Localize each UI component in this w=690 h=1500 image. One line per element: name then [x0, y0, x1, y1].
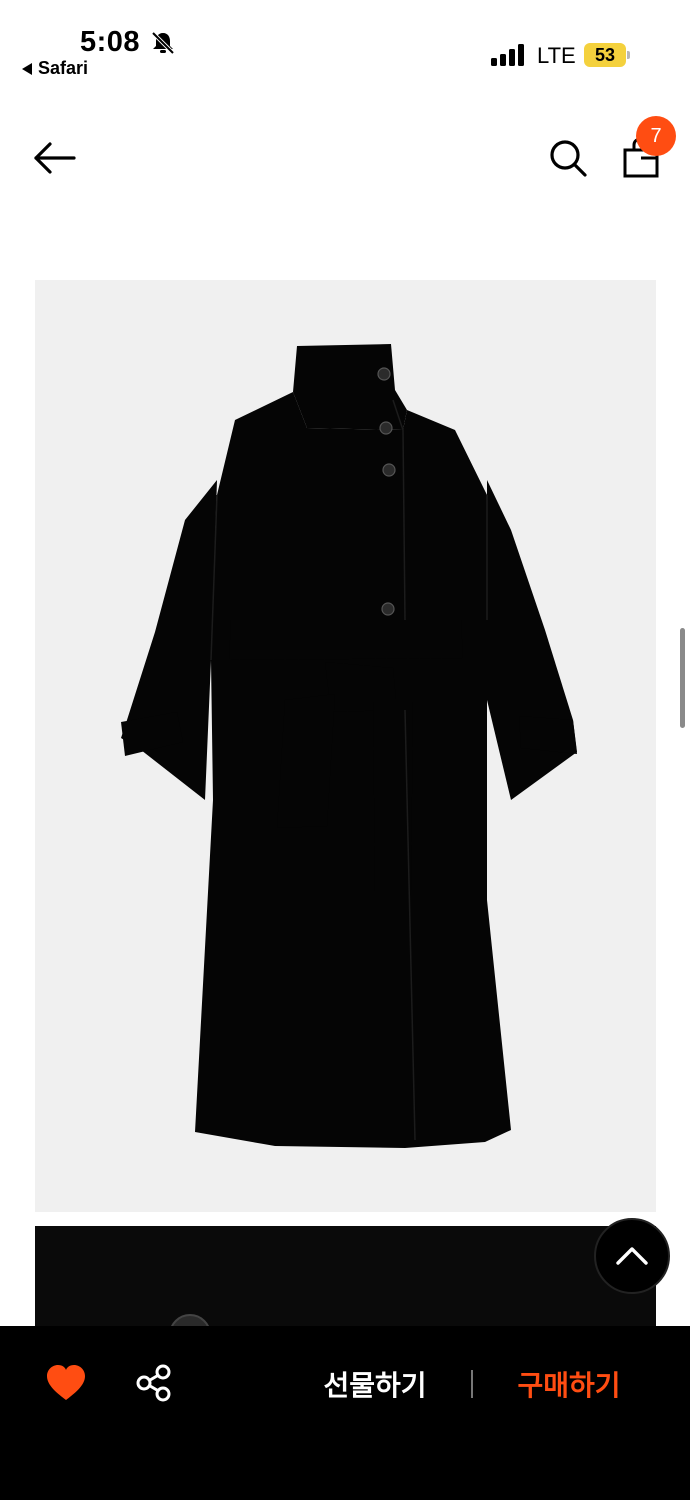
battery-tip [627, 51, 630, 59]
back-triangle-icon [22, 62, 32, 75]
buy-button[interactable]: 구매하기 [494, 1362, 644, 1406]
cellular-signal-icon [491, 44, 524, 66]
scroll-indicator[interactable] [680, 628, 685, 728]
bottom-action-bar: 선물하기 구매하기 [0, 1326, 690, 1500]
gift-button[interactable]: 선물하기 [300, 1362, 450, 1406]
back-arrow-icon[interactable] [32, 136, 78, 180]
battery-indicator: 53 [584, 43, 630, 67]
search-icon[interactable] [546, 136, 590, 180]
bell-muted-icon [151, 31, 175, 55]
back-to-safari[interactable]: Safari [22, 58, 88, 79]
coat-illustration [121, 344, 577, 1148]
chevron-up-icon [616, 1247, 648, 1265]
status-bar: 5:08 Safari LTE 53 [0, 0, 690, 90]
product-image-detail[interactable] [35, 1226, 656, 1326]
scroll-to-top-button[interactable] [594, 1218, 670, 1294]
heart-icon[interactable] [46, 1364, 86, 1402]
action-divider [471, 1370, 473, 1398]
network-type: LTE [537, 43, 576, 68]
share-icon[interactable] [134, 1364, 172, 1402]
coat-button-closeup [169, 1314, 211, 1326]
back-app-label: Safari [38, 58, 89, 78]
product-image-main[interactable] [35, 280, 656, 1212]
status-time: 5:08 [80, 26, 141, 58]
battery-level: 53 [584, 43, 626, 67]
cart-count-badge: 7 [636, 116, 676, 156]
